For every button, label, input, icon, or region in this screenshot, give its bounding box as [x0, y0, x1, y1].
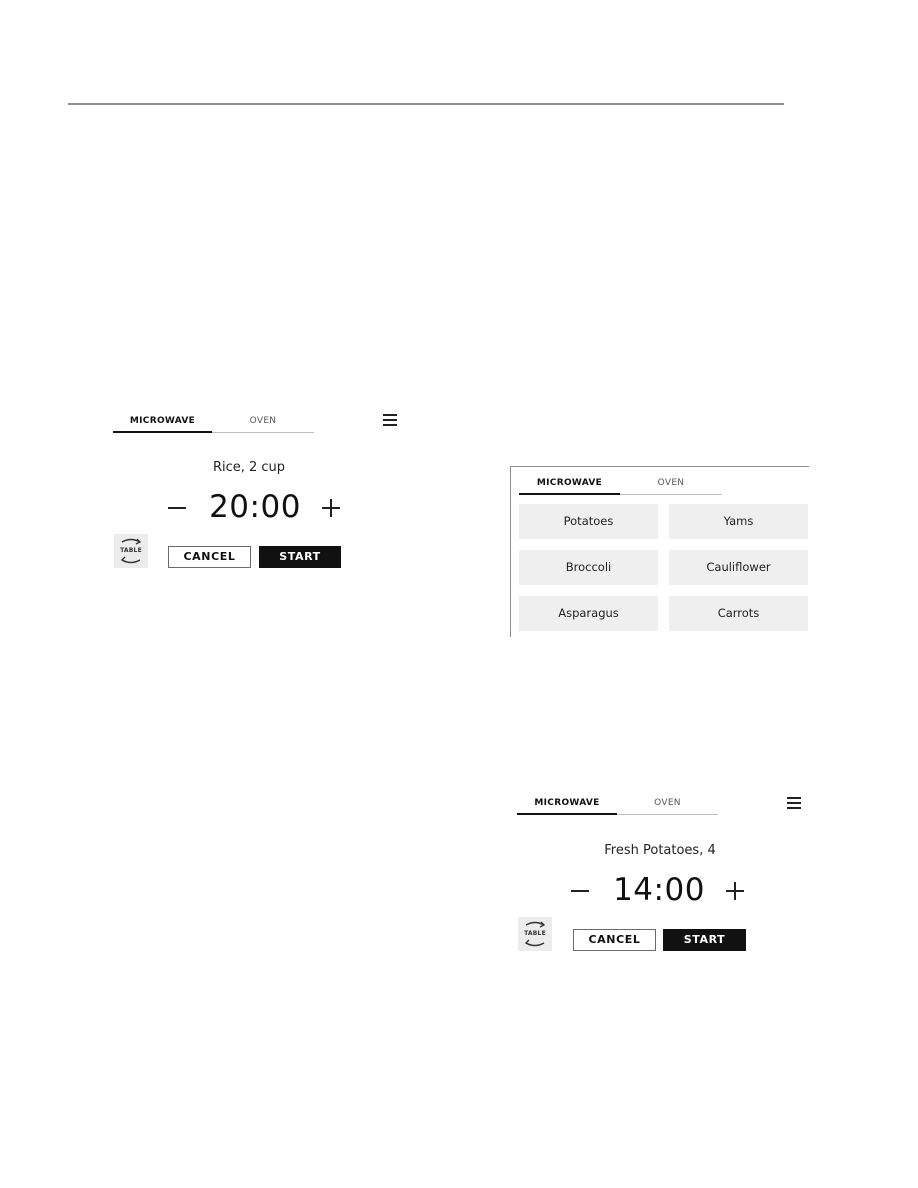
mode-tabs: MICROWAVE OVEN: [519, 475, 723, 495]
tab-oven[interactable]: OVEN: [212, 413, 314, 433]
hamburger-menu-icon[interactable]: [787, 797, 801, 809]
food-tile-yams[interactable]: Yams: [669, 504, 808, 539]
food-label: Fresh Potatoes, 4: [604, 843, 716, 858]
cook-screen-fresh-potatoes: Fresh Potatoes, 4 14:00 TABLE CANCEL STA…: [517, 838, 817, 1018]
tab-oven[interactable]: OVEN: [617, 795, 718, 815]
minus-icon: [571, 890, 589, 892]
table-toggle-button[interactable]: TABLE: [518, 917, 552, 951]
time-display: 20:00: [209, 489, 301, 525]
table-toggle-button[interactable]: TABLE: [114, 534, 148, 568]
decrease-time-button[interactable]: [568, 870, 592, 910]
start-button[interactable]: START: [663, 929, 746, 951]
tab-microwave[interactable]: MICROWAVE: [517, 795, 617, 815]
increase-time-button[interactable]: [319, 487, 343, 527]
food-tile-carrots[interactable]: Carrots: [669, 596, 808, 631]
food-tile-potatoes[interactable]: Potatoes: [519, 504, 658, 539]
timer-row: 14:00: [517, 870, 817, 910]
minus-icon: [168, 507, 186, 509]
table-label: TABLE: [524, 930, 546, 937]
food-tile-cauliflower[interactable]: Cauliflower: [669, 550, 808, 585]
hamburger-menu-icon[interactable]: [383, 414, 397, 426]
food-tile-broccoli[interactable]: Broccoli: [519, 550, 658, 585]
timer-row: 20:00: [113, 487, 413, 527]
tab-microwave[interactable]: MICROWAVE: [113, 413, 212, 433]
food-selection-panel: MICROWAVE OVEN Potatoes Yams Broccoli Ca…: [510, 466, 809, 637]
increase-time-button[interactable]: [723, 870, 747, 910]
start-button[interactable]: START: [259, 546, 341, 568]
decrease-time-button[interactable]: [165, 487, 189, 527]
cancel-button[interactable]: CANCEL: [573, 929, 656, 951]
food-label: Rice, 2 cup: [212, 460, 286, 475]
tab-microwave[interactable]: MICROWAVE: [519, 475, 620, 495]
food-tile-asparagus[interactable]: Asparagus: [519, 596, 658, 631]
mode-tabs: MICROWAVE OVEN: [113, 413, 413, 433]
cook-screen-rice: Rice, 2 cup 20:00 TABLE CANCEL START: [113, 455, 413, 635]
mode-tabs: MICROWAVE OVEN: [517, 795, 817, 815]
time-display: 14:00: [613, 872, 705, 908]
tab-oven[interactable]: OVEN: [620, 475, 722, 495]
cancel-button[interactable]: CANCEL: [168, 546, 251, 568]
page-top-rule: [68, 103, 784, 105]
table-label: TABLE: [120, 547, 142, 554]
